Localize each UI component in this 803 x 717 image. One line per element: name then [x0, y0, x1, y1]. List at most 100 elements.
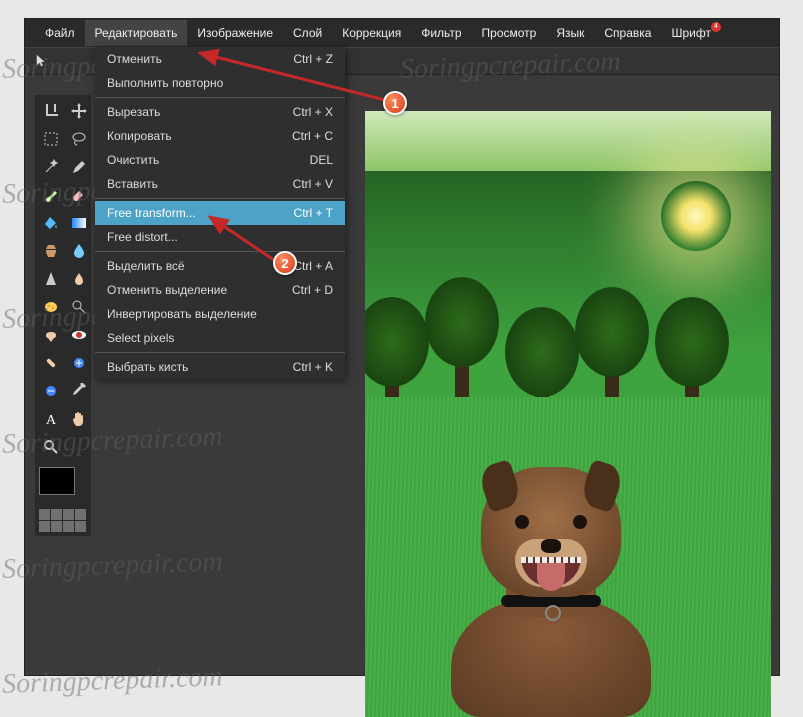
tool-colorpicker[interactable]: [67, 379, 91, 403]
tool-lasso[interactable]: [67, 127, 91, 151]
menu-font[interactable]: Шрифт 4: [661, 20, 720, 46]
dd-cut-shortcut: Ctrl + X: [293, 105, 333, 119]
tool-zoom[interactable]: [39, 435, 63, 459]
svg-text:A: A: [46, 413, 57, 427]
dd-redo-label: Выполнить повторно: [107, 76, 223, 90]
dd-free-transform[interactable]: Free transform...Ctrl + T: [95, 201, 345, 225]
dd-invert-selection[interactable]: Инвертировать выделение: [95, 302, 345, 326]
move-icon: [71, 103, 87, 119]
pencil-icon: [71, 159, 87, 175]
color-swatch[interactable]: [39, 467, 75, 495]
pinch-icon: [43, 383, 59, 399]
dd-paste[interactable]: Вставить Ctrl + V: [95, 172, 345, 196]
menu-help[interactable]: Справка: [594, 20, 661, 46]
menubar: Файл Редактировать Изображение Слой Корр…: [25, 19, 779, 47]
tool-hand[interactable]: [67, 407, 91, 431]
edit-dropdown: Отменить Ctrl + Z Выполнить повторно Выре…: [95, 47, 345, 379]
dd-undo[interactable]: Отменить Ctrl + Z: [95, 47, 345, 71]
canvas[interactable]: [365, 111, 771, 717]
canvas-sky: [365, 111, 771, 171]
dd-copy-shortcut: Ctrl + C: [292, 129, 333, 143]
tool-sponge[interactable]: [39, 295, 63, 319]
tool-bloat[interactable]: [67, 351, 91, 375]
menu-filter[interactable]: Фильтр: [411, 20, 471, 46]
bucket-icon: [43, 215, 59, 231]
tool-blur[interactable]: [67, 239, 91, 263]
dd-paste-label: Вставить: [107, 177, 158, 191]
tool-brush[interactable]: [39, 183, 63, 207]
dd-copy-label: Копировать: [107, 129, 172, 143]
tool-eraser[interactable]: [67, 183, 91, 207]
dd-free-distort[interactable]: Free distort...: [95, 225, 345, 249]
dd-sep-2: [95, 198, 345, 199]
tool-wand[interactable]: [39, 155, 63, 179]
dd-cut[interactable]: Вырезать Ctrl + X: [95, 100, 345, 124]
tool-redeye[interactable]: [67, 323, 91, 347]
menu-view[interactable]: Просмотр: [472, 20, 547, 46]
crop-icon: [43, 103, 59, 119]
bloat-icon: [71, 355, 87, 371]
redeye-icon: [71, 327, 87, 343]
colorpick-icon: [71, 383, 87, 399]
dd-clear[interactable]: ОчиститьDEL: [95, 148, 345, 172]
tool-crop[interactable]: [39, 99, 63, 123]
swatch-presets[interactable]: [39, 509, 87, 532]
dodge-icon: [71, 299, 87, 315]
tool-sharpen[interactable]: [39, 267, 63, 291]
dd-select-pixels[interactable]: Select pixels: [95, 326, 345, 350]
wand-icon: [43, 159, 59, 175]
canvas-sun: [661, 181, 731, 251]
menu-edit[interactable]: Редактировать: [85, 20, 188, 46]
brush-icon: [43, 187, 59, 203]
menu-language[interactable]: Язык: [546, 20, 594, 46]
dd-define-brush[interactable]: Выбрать кисть Ctrl + K: [95, 355, 345, 379]
tool-burn[interactable]: [39, 323, 63, 347]
dd-select-all-label: Выделить всё: [107, 259, 185, 273]
dd-redo[interactable]: Выполнить повторно: [95, 71, 345, 95]
canvas-dog: [421, 457, 681, 717]
tool-type[interactable]: A: [39, 407, 63, 431]
dd-define-brush-label: Выбрать кисть: [107, 360, 188, 374]
menu-image[interactable]: Изображение: [187, 20, 283, 46]
sharpen-icon: [43, 271, 59, 287]
gradient-icon: [71, 215, 87, 231]
tool-smudge[interactable]: [67, 267, 91, 291]
tool-pencil[interactable]: [67, 155, 91, 179]
menu-layer[interactable]: Слой: [283, 20, 332, 46]
sponge-icon: [43, 299, 59, 315]
menu-file[interactable]: Файл: [35, 20, 85, 46]
dd-select-pixels-label: Select pixels: [107, 331, 174, 345]
type-icon: A: [43, 411, 59, 427]
dd-sep-4: [95, 352, 345, 353]
tool-pinch[interactable]: [39, 379, 63, 403]
tool-clone[interactable]: [39, 239, 63, 263]
blur-icon: [71, 243, 87, 259]
dd-deselect[interactable]: Отменить выделениеCtrl + D: [95, 278, 345, 302]
dd-select-all-shortcut: Ctrl + A: [293, 259, 333, 273]
marquee-icon: [43, 131, 59, 147]
dd-undo-shortcut: Ctrl + Z: [293, 52, 333, 66]
dd-sep-3: [95, 251, 345, 252]
tool-bucket[interactable]: [39, 211, 63, 235]
tool-spot-heal[interactable]: [39, 351, 63, 375]
dd-deselect-label: Отменить выделение: [107, 283, 227, 297]
dd-undo-label: Отменить: [107, 52, 162, 66]
dd-copy[interactable]: Копировать Ctrl + C: [95, 124, 345, 148]
smudge-icon: [71, 271, 87, 287]
dd-cut-label: Вырезать: [107, 105, 160, 119]
dd-free-transform-label: Free transform...: [107, 206, 196, 220]
menu-font-label: Шрифт: [671, 26, 710, 40]
menu-correction[interactable]: Коррекция: [332, 20, 411, 46]
tool-move[interactable]: [67, 99, 91, 123]
cursor-icon: [35, 54, 49, 68]
dd-paste-shortcut: Ctrl + V: [293, 177, 333, 191]
dd-define-brush-shortcut: Ctrl + K: [293, 360, 333, 374]
spot-heal-icon: [43, 355, 59, 371]
tool-gradient[interactable]: [67, 211, 91, 235]
tool-dodge[interactable]: [67, 295, 91, 319]
menu-font-badge: 4: [711, 22, 721, 32]
dd-select-all[interactable]: Выделить всё Ctrl + A: [95, 254, 345, 278]
hand-icon: [71, 411, 87, 427]
tool-marquee[interactable]: [39, 127, 63, 151]
eraser-icon: [71, 187, 87, 203]
